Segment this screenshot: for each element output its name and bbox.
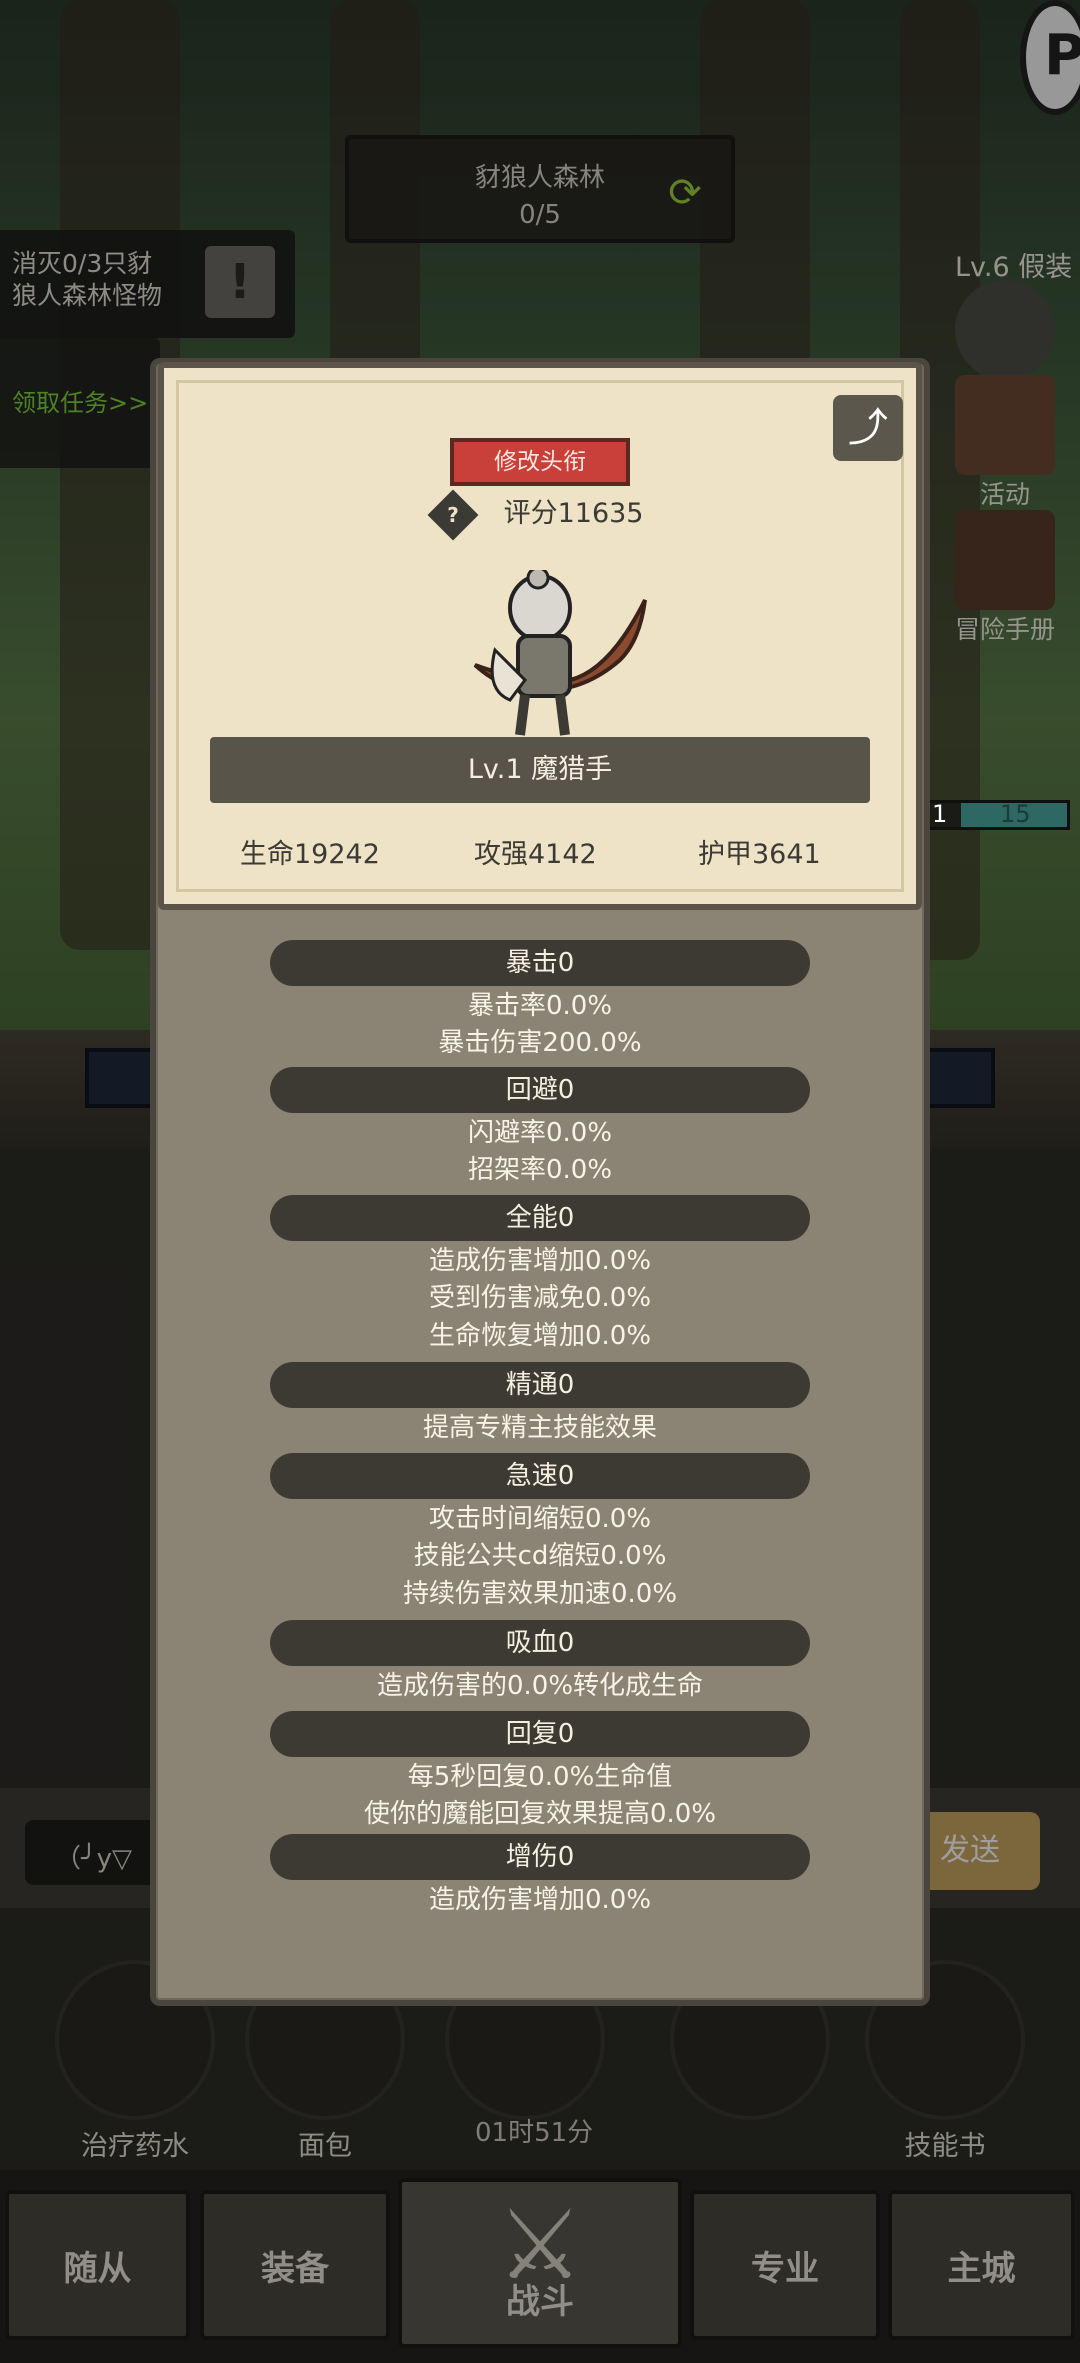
- stat-line: 持续伤害效果加速0.0%: [402, 1579, 678, 1609]
- stat-line: 受到伤害减免0.0%: [428, 1283, 652, 1313]
- stat-line: 招架率0.0%: [467, 1155, 613, 1185]
- stat-line: 提高专精主技能效果: [422, 1413, 657, 1443]
- stat-line: 闪避率0.0%: [467, 1118, 613, 1148]
- stat-hp: 生命19242: [240, 839, 380, 870]
- class-label: Lv.1 魔猎手: [210, 737, 870, 803]
- stat-line: 造成伤害的0.0%转化成生命: [376, 1671, 704, 1701]
- help-icon[interactable]: ?: [427, 489, 479, 540]
- character-avatar: [473, 570, 647, 736]
- section-header-versatility: 全能0: [270, 1195, 810, 1241]
- share-icon[interactable]: ⤴: [833, 395, 903, 461]
- stat-line: 暴击率0.0%: [467, 991, 613, 1021]
- score-value: 评分11635: [503, 498, 644, 529]
- section-header-crit: 暴击0: [270, 940, 810, 986]
- section-header-regen: 回复0: [270, 1711, 810, 1757]
- edit-title-button[interactable]: 修改头衔: [450, 438, 630, 486]
- section-header-damage-bonus: 增伤0: [270, 1834, 810, 1880]
- ally-bar-right: 15: [1000, 800, 1031, 828]
- section-header-haste: 急速0: [270, 1453, 810, 1499]
- stat-line: 生命恢复增加0.0%: [428, 1321, 652, 1351]
- stat-line: 攻击时间缩短0.0%: [428, 1504, 652, 1534]
- score-row: ? 评分11635: [427, 489, 644, 540]
- stat-armor: 护甲3641: [698, 839, 821, 870]
- section-header-lifesteal: 吸血0: [270, 1620, 810, 1666]
- section-header-avoid: 回避0: [270, 1067, 810, 1113]
- stat-line: 使你的魔能回复效果提高0.0%: [363, 1799, 717, 1829]
- stat-line: 每5秒回复0.0%生命值: [407, 1762, 673, 1792]
- stat-line: 暴击伤害200.0%: [438, 1028, 642, 1058]
- ally-bar-left: 1: [932, 800, 948, 828]
- stat-attack: 攻强4142: [474, 839, 597, 870]
- stat-line: 造成伤害增加0.0%: [428, 1885, 652, 1915]
- section-header-mastery: 精通0: [270, 1362, 810, 1408]
- stat-line: 技能公共cd缩短0.0%: [413, 1541, 667, 1571]
- stat-line: 造成伤害增加0.0%: [428, 1246, 652, 1276]
